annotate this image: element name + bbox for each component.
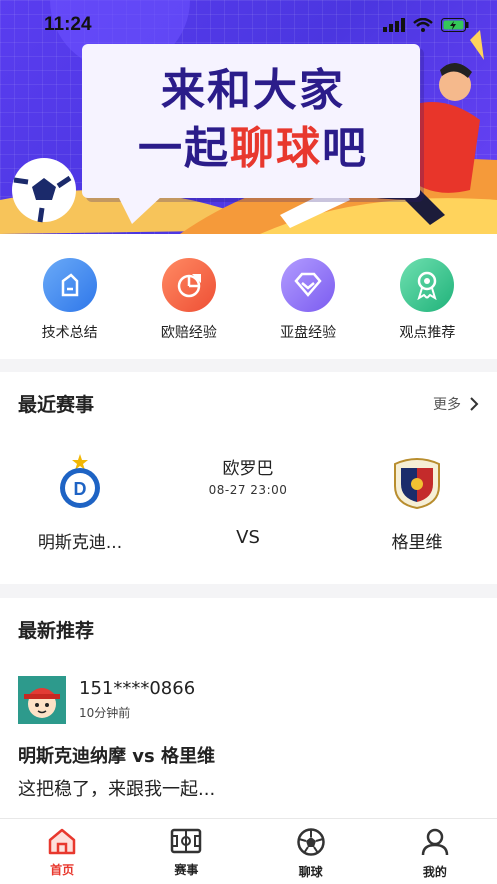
avatar[interactable] <box>18 676 66 724</box>
home-team-name: 明斯克迪... <box>37 533 123 553</box>
match-row[interactable]: D 明斯克迪... 欧罗巴 08-27 23:00 VS 格里维 <box>0 434 497 584</box>
football-icon <box>296 828 325 856</box>
quick-menu: 技术总结 欧赔经验 亚盘经验 观点推荐 <box>0 234 497 359</box>
quick-item-label: 技术总结 <box>41 325 98 341</box>
away-team: 格里维 <box>357 454 477 553</box>
dinamo-minsk-crest-icon: D <box>60 454 100 508</box>
more-link[interactable]: 更多 <box>433 394 479 414</box>
hero-banner[interactable]: 11:24 来和大家 一起聊球吧 <box>0 0 497 234</box>
match-info: 欧罗巴 08-27 23:00 VS <box>188 454 308 548</box>
home-team: D 明斯克迪... <box>20 454 140 553</box>
post-time: 10分钟前 <box>79 706 131 720</box>
quick-item-label: 欧赔经验 <box>160 325 217 341</box>
slogan-line-2c: 吧 <box>322 123 368 174</box>
latest-recommend-card: 最新推荐 151****0866 10分钟前 明斯克迪纳摩 vs 格里维 这把稳… <box>0 598 497 818</box>
pitch-icon <box>171 828 202 854</box>
status-bar: 11:24 <box>0 0 497 50</box>
more-label: 更多 <box>433 397 461 413</box>
svg-text:D: D <box>74 479 87 499</box>
quick-item-tech-summary[interactable]: 技术总结 <box>20 234 120 359</box>
tab-profile[interactable]: 我的 <box>373 819 497 884</box>
tab-label: 赛事 <box>174 863 199 877</box>
vs-label: VS <box>236 527 260 548</box>
chevron-right-icon <box>470 397 479 411</box>
banner-slogan: 来和大家 一起聊球吧 <box>108 62 398 178</box>
document-icon <box>42 258 97 312</box>
post-username: 151****0866 <box>79 678 196 699</box>
battery-icon <box>441 18 469 32</box>
tab-label: 首页 <box>50 863 75 877</box>
tab-chat-ball[interactable]: 聊球 <box>249 819 373 884</box>
post-match-title: 明斯克迪纳摩 vs 格里维 <box>18 746 215 767</box>
quick-item-label: 观点推荐 <box>399 325 456 341</box>
home-icon <box>48 828 76 855</box>
slogan-line-2-highlight: 聊球 <box>230 123 322 174</box>
profile-icon <box>421 828 449 856</box>
away-team-name: 格里维 <box>391 533 443 553</box>
signal-icon <box>383 18 405 32</box>
post-text: 这把稳了，来跟我一起... <box>18 779 216 800</box>
match-datetime: 08-27 23:00 <box>208 483 288 497</box>
recent-matches-card: 最近赛事 更多 D 明斯克迪... 欧罗巴 08-27 23:00 VS 格里维 <box>0 372 497 584</box>
wifi-icon <box>413 18 433 32</box>
pie-chart-icon <box>161 258 216 312</box>
tab-matches[interactable]: 赛事 <box>124 819 248 884</box>
slogan-line-1: 来和大家 <box>161 65 345 116</box>
quick-item-label: 亚盘经验 <box>280 325 337 341</box>
quick-item-opinion[interactable]: 观点推荐 <box>377 234 477 359</box>
status-time: 11:24 <box>44 14 92 35</box>
tab-label: 我的 <box>422 865 447 879</box>
section-title: 最近赛事 <box>18 394 95 416</box>
gliwice-crest-icon <box>394 458 440 510</box>
quick-item-asian-handicap[interactable]: 亚盘经验 <box>258 234 358 359</box>
quick-item-euro-odds[interactable]: 欧赔经验 <box>139 234 239 359</box>
tab-home[interactable]: 首页 <box>0 819 124 884</box>
diamond-icon <box>281 258 336 312</box>
section-title: 最新推荐 <box>18 620 95 642</box>
soccer-ball-icon <box>12 158 76 223</box>
tab-label: 聊球 <box>298 865 323 879</box>
league-name: 欧罗巴 <box>222 459 274 479</box>
award-icon <box>400 258 455 312</box>
bottom-tab-bar: 首页 赛事 聊球 我的 <box>0 818 497 884</box>
slogan-line-2a: 一起 <box>138 123 230 174</box>
